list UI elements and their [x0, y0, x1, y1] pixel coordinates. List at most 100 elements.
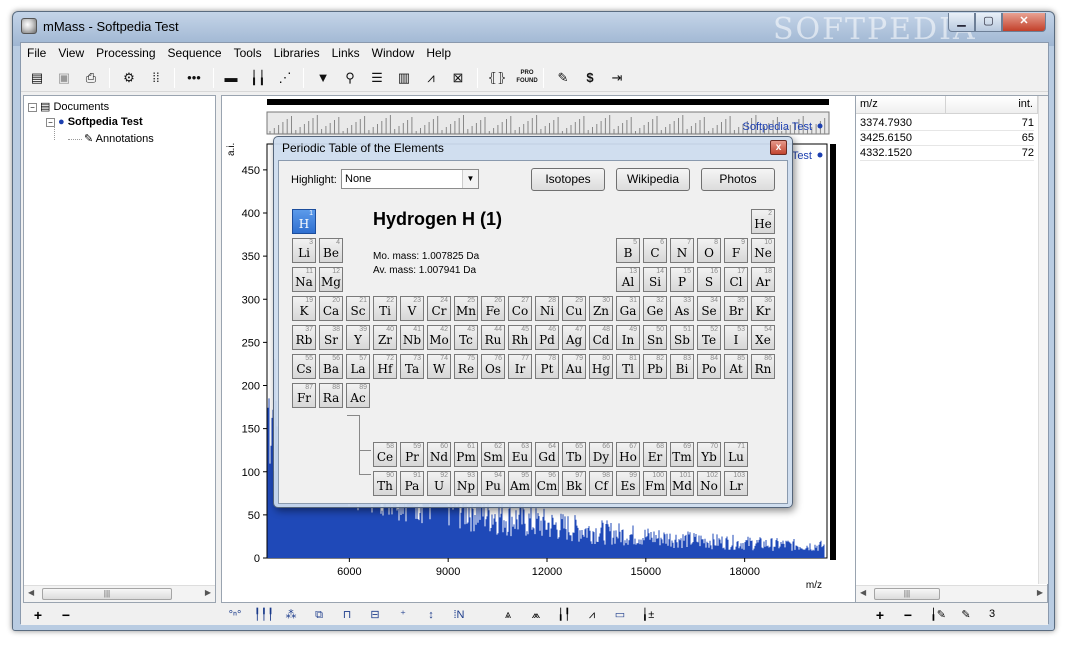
element-ta[interactable]: 73 Ta: [400, 354, 424, 379]
compounds-icon[interactable]: ▥: [394, 69, 414, 87]
element-s[interactable]: 16 S: [697, 267, 721, 292]
measure-icon[interactable]: ▭: [611, 607, 629, 623]
highlight-select[interactable]: None ▼: [341, 169, 479, 189]
element-si[interactable]: 14 Si: [643, 267, 667, 292]
element-p[interactable]: 15 P: [670, 267, 694, 292]
element-b[interactable]: 5B: [616, 238, 640, 263]
element-i[interactable]: 53 I: [724, 325, 748, 350]
element-in[interactable]: 49 In: [616, 325, 640, 350]
dialog-close-button[interactable]: x: [770, 140, 787, 155]
notations-icon[interactable]: ↕: [422, 607, 440, 623]
peak-tool-icon[interactable]: ⩓: [499, 607, 517, 623]
menu-sequence[interactable]: Sequence: [162, 43, 228, 60]
menu-links[interactable]: Links: [326, 43, 366, 60]
menu-libraries[interactable]: Libraries: [268, 43, 326, 60]
collapse-icon[interactable]: −: [28, 102, 37, 112]
minimize-button[interactable]: ▁: [948, 13, 975, 32]
element-sr[interactable]: 38 Sr: [319, 325, 343, 350]
label-angle-icon[interactable]: ⁂: [282, 607, 300, 623]
element-zn[interactable]: 30 Zn: [589, 296, 613, 321]
element-ho[interactable]: 67 Ho: [616, 442, 640, 467]
element-se[interactable]: 34 Se: [697, 296, 721, 321]
save-icon[interactable]: ▣: [54, 69, 74, 87]
element-rn[interactable]: 86 Rn: [751, 354, 775, 379]
element-o[interactable]: 8O: [697, 238, 721, 263]
tree-hscroll[interactable]: ◀ ||| ▶: [24, 585, 215, 602]
remove-peak-button[interactable]: −: [899, 607, 917, 623]
peak-int-cell[interactable]: 72: [946, 146, 1034, 161]
sequence-icon[interactable]: •••: [184, 69, 204, 87]
element-lu[interactable]: 71 Lu: [724, 442, 748, 467]
element-ca[interactable]: 20 Ca: [319, 296, 343, 321]
element-sn[interactable]: 50 Sn: [643, 325, 667, 350]
element-bk[interactable]: 97 Bk: [562, 471, 586, 496]
element-mn[interactable]: 25 Mn: [454, 296, 478, 321]
all-labels-icon[interactable]: ⊟: [366, 607, 384, 623]
element-la[interactable]: 57 La: [346, 354, 370, 379]
element-pr[interactable]: 59 Pr: [400, 442, 424, 467]
element-fe[interactable]: 26 Fe: [481, 296, 505, 321]
element-k[interactable]: 19 K: [292, 296, 316, 321]
filter-icon[interactable]: ▼: [313, 69, 333, 87]
element-ni[interactable]: 28 Ni: [535, 296, 559, 321]
element-hf[interactable]: 72 Hf: [373, 354, 397, 379]
element-tc[interactable]: 43 Tc: [454, 325, 478, 350]
menu-view[interactable]: View: [52, 43, 90, 60]
element-br[interactable]: 35 Br: [724, 296, 748, 321]
notes-icon[interactable]: ✎: [957, 607, 975, 623]
maximize-button[interactable]: ▢: [975, 13, 1002, 32]
element-tl[interactable]: 81 Tl: [616, 354, 640, 379]
add-document-button[interactable]: +: [29, 607, 47, 623]
element-ti[interactable]: 22 Ti: [373, 296, 397, 321]
element-nb[interactable]: 41 Nb: [400, 325, 424, 350]
element-te[interactable]: 52 Te: [697, 325, 721, 350]
element-no[interactable]: 102 No: [697, 471, 721, 496]
element-sb[interactable]: 51 Sb: [670, 325, 694, 350]
element-fm[interactable]: 100 Fm: [643, 471, 667, 496]
photos-button[interactable]: Photos: [701, 168, 775, 191]
element-hg[interactable]: 80 Hg: [589, 354, 613, 379]
element-w[interactable]: 74 W: [427, 354, 451, 379]
element-lr[interactable]: 103 Lr: [724, 471, 748, 496]
check-limits-icon[interactable]: ⊓: [338, 607, 356, 623]
element-bi[interactable]: 83 Bi: [670, 354, 694, 379]
element-os[interactable]: 76 Os: [481, 354, 505, 379]
element-cl[interactable]: 17 Cl: [724, 267, 748, 292]
element-cd[interactable]: 48 Cd: [589, 325, 613, 350]
element-tm[interactable]: 69 Tm: [670, 442, 694, 467]
element-eu[interactable]: 63 Eu: [508, 442, 532, 467]
element-pd[interactable]: 46 Pd: [535, 325, 559, 350]
wikipedia-button[interactable]: Wikipedia: [616, 168, 690, 191]
element-c[interactable]: 6C: [643, 238, 667, 263]
element-ne[interactable]: 10 Ne: [751, 238, 775, 263]
element-au[interactable]: 79 Au: [562, 354, 586, 379]
menu-file[interactable]: File: [21, 43, 52, 60]
element-nd[interactable]: 60 Nd: [427, 442, 451, 467]
element-v[interactable]: 23 V: [400, 296, 424, 321]
element-y[interactable]: 39 Y: [346, 325, 370, 350]
element-yb[interactable]: 70 Yb: [697, 442, 721, 467]
ruler-icon[interactable]: ⁞N: [450, 607, 468, 623]
print-icon[interactable]: ⎙: [81, 69, 101, 87]
col-mz-header[interactable]: m/z: [856, 96, 946, 114]
mass-calculator-icon[interactable]: ⚲: [340, 69, 360, 87]
menu-window[interactable]: Window: [366, 43, 421, 60]
element-al[interactable]: 13 Al: [616, 267, 640, 292]
envelope-fit-icon[interactable]: ⩘: [421, 69, 441, 87]
annotate-icon[interactable]: ⩘: [583, 607, 601, 623]
element-tb[interactable]: 65 Tb: [562, 442, 586, 467]
calibration-icon[interactable]: ⁞⁞: [146, 69, 166, 87]
element-ce[interactable]: 58 Ce: [373, 442, 397, 467]
element-ra[interactable]: 88 Ra: [319, 383, 343, 408]
tree-annotations[interactable]: ✎ Annotations: [84, 132, 154, 145]
element-po[interactable]: 84 Po: [697, 354, 721, 379]
peak-pick-icon[interactable]: ⩕: [527, 607, 545, 623]
element-re[interactable]: 75 Re: [454, 354, 478, 379]
element-as[interactable]: 33 As: [670, 296, 694, 321]
peak-int-cell[interactable]: 65: [946, 131, 1034, 146]
element-ba[interactable]: 56 Ba: [319, 354, 343, 379]
element-cu[interactable]: 29 Cu: [562, 296, 586, 321]
peaks-icon[interactable]: ╽╿: [555, 607, 573, 623]
peaklist-hscroll[interactable]: ◀ ||| ▶: [856, 585, 1047, 602]
element-he[interactable]: 2 He: [751, 209, 775, 234]
